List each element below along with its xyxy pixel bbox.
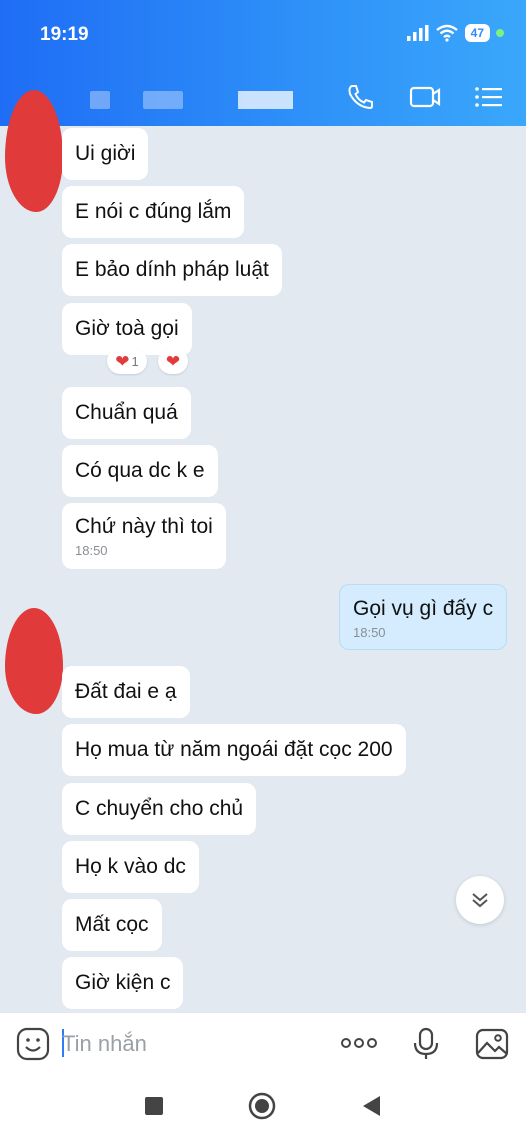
sender-avatar-redacted[interactable] <box>5 608 63 714</box>
message-bubble[interactable]: Có qua dc k e <box>62 445 218 497</box>
wifi-icon <box>435 24 458 42</box>
message-text: Có qua dc k e <box>75 459 205 482</box>
message-text: Chuẩn quá <box>75 401 178 424</box>
heart-icon: ❤ <box>115 351 130 371</box>
message-bubble[interactable]: Đất đai e ạ <box>62 666 190 718</box>
signal-icon <box>406 25 429 41</box>
message-bubble[interactable]: Ui giời <box>62 128 149 180</box>
recent-apps-icon[interactable] <box>142 1094 166 1118</box>
message-bubble[interactable]: C chuyển cho chủ <box>62 783 257 835</box>
home-icon[interactable] <box>248 1092 276 1120</box>
back-icon[interactable] <box>360 1094 384 1118</box>
message-bubble[interactable]: Mất cọc <box>62 899 162 951</box>
heart-icon: ❤ <box>165 351 181 371</box>
contact-name-blurred[interactable] <box>238 91 293 109</box>
reaction-count-badge[interactable]: ❤ 1 <box>107 348 147 374</box>
status-icons: 47 <box>406 24 504 42</box>
message-list[interactable]: Ui giời E nói c đúng lắm E bảo dính pháp… <box>0 90 526 1012</box>
message-timestamp: 18:50 <box>353 625 386 640</box>
message-text: Gọi vụ gì đấy c <box>353 597 494 620</box>
more-options-icon[interactable] <box>340 1037 378 1049</box>
message-timestamp: 18:50 <box>75 543 108 558</box>
message-input-bar: Tin nhắn <box>0 1012 526 1074</box>
double-chevron-down-icon <box>472 893 488 908</box>
message-bubble[interactable]: Họ mua từ năm ngoái đặt cọc 200 <box>62 724 406 776</box>
message-text: E bảo dính pháp luật <box>75 258 269 281</box>
reaction-count: 1 <box>131 353 139 369</box>
message-text: Giờ kiện c <box>75 971 171 994</box>
sender-avatar-redacted[interactable] <box>5 90 63 212</box>
phone-icon[interactable] <box>345 83 377 111</box>
message-bubble[interactable]: Chứ này thì toi 18:50 <box>62 503 226 569</box>
menu-list-icon[interactable] <box>473 83 505 111</box>
message-bubble[interactable]: Giờ kiện c <box>62 957 184 1009</box>
scroll-to-bottom-button[interactable] <box>456 876 504 924</box>
image-gallery-icon[interactable] <box>475 1027 509 1061</box>
message-text: Mất cọc <box>75 913 149 936</box>
react-heart-button[interactable]: ❤ <box>158 348 188 374</box>
message-text: C chuyển cho chủ <box>75 797 244 820</box>
video-call-icon[interactable] <box>409 83 441 111</box>
status-time: 19:19 <box>40 24 89 45</box>
emoji-sticker-icon[interactable] <box>16 1027 50 1061</box>
message-bubble[interactable]: Chuẩn quá <box>62 387 191 439</box>
message-bubble[interactable]: Họ k vào dc <box>62 841 199 893</box>
chat-header: 19:19 47 <box>0 0 526 126</box>
blurred-name-part <box>143 91 183 109</box>
message-text: Họ k vào dc <box>75 855 186 878</box>
message-bubble[interactable]: E nói c đúng lắm <box>62 186 245 238</box>
message-input[interactable]: Tin nhắn <box>62 1031 147 1057</box>
microphone-icon[interactable] <box>412 1027 440 1061</box>
message-text: Họ mua từ năm ngoái đặt cọc 200 <box>75 738 393 761</box>
message-text: E nói c đúng lắm <box>75 200 232 223</box>
message-text: Ui giời <box>75 142 136 165</box>
message-bubble[interactable]: E bảo dính pháp luật <box>62 244 282 296</box>
battery-level: 47 <box>464 24 490 42</box>
system-navigation-bar <box>0 1074 526 1139</box>
blurred-avatar <box>90 91 110 109</box>
message-text: Đất đai e ạ <box>75 680 177 703</box>
charging-indicator-icon <box>496 29 504 37</box>
message-text: Chứ này thì toi <box>75 515 213 538</box>
my-message-bubble[interactable]: Gọi vụ gì đấy c 18:50 <box>339 584 508 650</box>
